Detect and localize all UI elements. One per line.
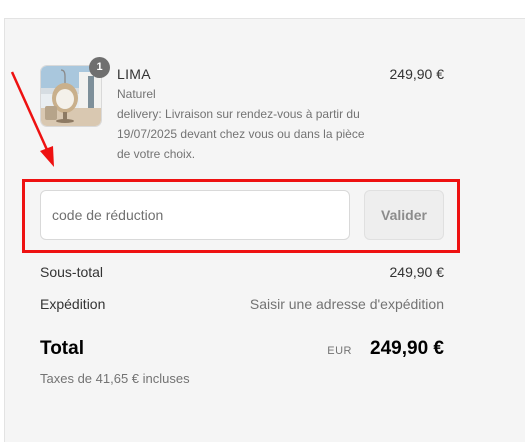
currency-code: EUR: [327, 345, 352, 357]
product-variant: Naturel: [117, 87, 156, 101]
annotation-highlight-box: [22, 179, 460, 253]
total-label: Total: [40, 338, 84, 359]
shipping-value: Saisir une adresse d'expédition: [249, 296, 444, 312]
quantity-badge: 1: [89, 57, 110, 78]
subtotal-label: Sous-total: [40, 264, 104, 280]
shipping-label: Expédition: [40, 296, 106, 312]
product-name: LIMA: [117, 66, 151, 82]
product-delivery-note: delivery: Livraison sur rendez-vous à pa…: [117, 107, 365, 161]
product-price: 249,90 €: [389, 66, 445, 82]
total-amount: 249,90 €: [370, 338, 444, 359]
subtotal-value: 249,90 €: [389, 264, 445, 280]
taxes-note: Taxes de 41,65 € incluses: [40, 371, 190, 386]
